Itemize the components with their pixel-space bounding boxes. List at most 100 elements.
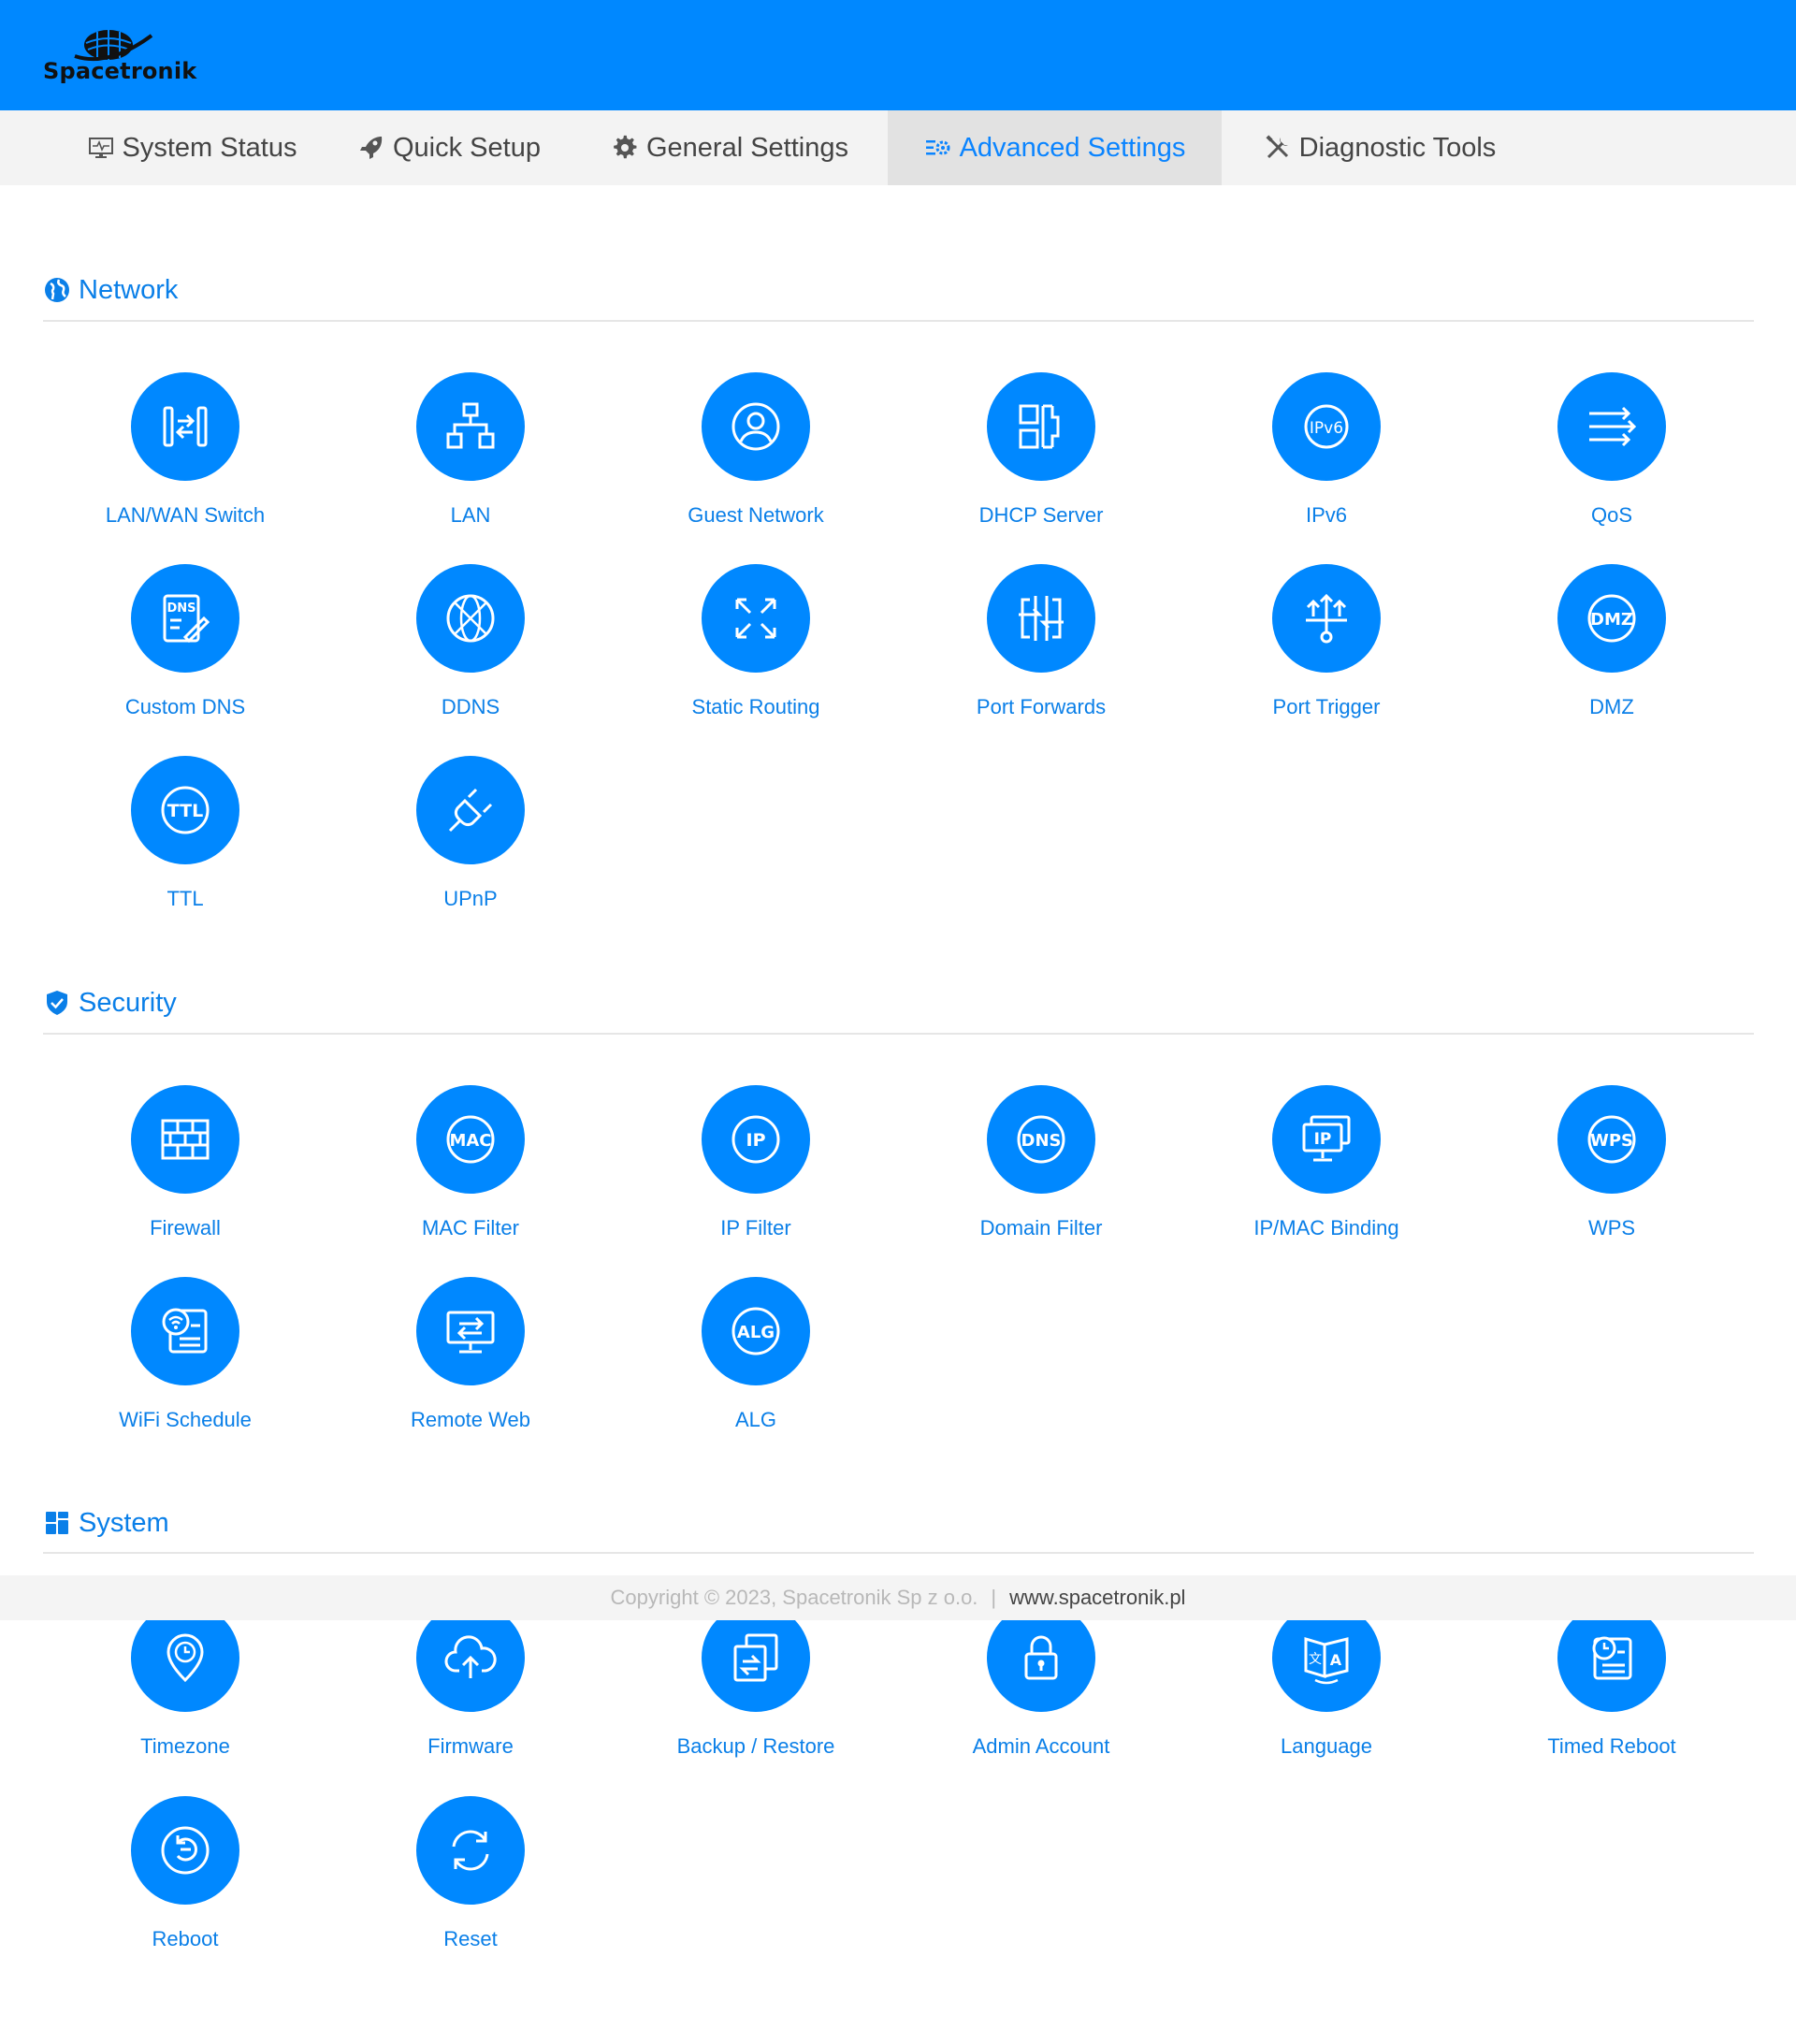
tile-custom-dns[interactable]: DNS Custom DNS — [92, 564, 279, 732]
tile-mac-filter[interactable]: MAC MAC Filter — [377, 1085, 564, 1254]
tile-icon-circle — [416, 756, 525, 864]
svg-text:A: A — [1330, 1651, 1342, 1669]
tile-guest-network[interactable]: Guest Network — [662, 372, 849, 541]
globe-icon — [45, 278, 69, 302]
tile-label: DDNS — [441, 695, 500, 718]
tile-label: Language — [1281, 1734, 1372, 1758]
svg-text:DMZ: DMZ — [1590, 610, 1633, 630]
tile-label: Domain Filter — [979, 1216, 1103, 1239]
svg-text:MAC: MAC — [449, 1131, 491, 1151]
section-title-network: Network — [43, 271, 178, 309]
remote-monitor-icon — [446, 1311, 495, 1354]
tab-quick-setup[interactable]: Quick Setup — [346, 110, 552, 185]
tile-backup-restore[interactable]: Backup / Restore — [662, 1603, 849, 1772]
section-divider — [43, 1552, 1754, 1554]
svg-text:IPv6: IPv6 — [1310, 419, 1343, 438]
tile-dhcp-server[interactable]: DHCP Server — [948, 372, 1135, 541]
tile-remote-web[interactable]: Remote Web — [377, 1277, 564, 1445]
tile-ttl[interactable]: TTL TTL — [92, 756, 279, 924]
tile-upnp[interactable]: UPnP — [377, 756, 564, 924]
tile-icon-circle: IP — [1272, 1085, 1381, 1194]
dhcp-blocks-icon — [1019, 404, 1060, 449]
tile-label: Custom DNS — [124, 695, 246, 718]
tile-wifi-schedule[interactable]: WiFi Schedule — [92, 1277, 279, 1445]
svg-text:IP: IP — [1314, 1130, 1332, 1149]
tile-icon-circle: DMZ — [1557, 564, 1666, 673]
tile-domain-filter[interactable]: DNS Domain Filter — [948, 1085, 1135, 1254]
tab-label: Quick Setup — [393, 132, 541, 163]
tile-icon-circle: ALG — [702, 1277, 810, 1385]
website-link[interactable]: www.spacetronik.pl — [1009, 1586, 1185, 1610]
svg-text:IP: IP — [746, 1130, 766, 1151]
dashboard-grid-icon — [46, 1512, 68, 1534]
user-circle-icon — [731, 402, 780, 451]
ddns-globe-icon — [446, 594, 495, 643]
tile-static-routing[interactable]: Static Routing — [662, 564, 849, 732]
port-trigger-icon — [1306, 593, 1347, 644]
tile-ipv6[interactable]: IPv6 IPv6 — [1233, 372, 1420, 541]
lock-icon — [1024, 1635, 1058, 1680]
tab-diagnostic-tools[interactable]: Diagnostic Tools — [1249, 110, 1511, 185]
gear-icon — [614, 135, 637, 159]
section-title-security: Security — [43, 984, 177, 1022]
qos-arrows-icon — [1589, 406, 1637, 447]
tile-wps[interactable]: WPS WPS — [1518, 1085, 1705, 1254]
tab-advanced-settings[interactable]: Advanced Settings — [888, 110, 1222, 185]
tab-label: System Status — [122, 132, 297, 163]
dns-icon: DNS — [1017, 1115, 1065, 1164]
svg-text:TTL: TTL — [167, 801, 203, 821]
brand-logo[interactable]: Spacetronik — [43, 21, 197, 86]
tile-icon-circle — [987, 564, 1095, 673]
tile-alg[interactable]: ALG ALG — [662, 1277, 849, 1445]
tab-system-status[interactable]: System Status — [56, 110, 327, 185]
tile-reset[interactable]: Reset — [377, 1796, 564, 1964]
tile-admin-account[interactable]: Admin Account — [948, 1603, 1135, 1772]
tile-ddns[interactable]: DDNS — [377, 564, 564, 732]
tile-label: Reset — [443, 1927, 498, 1950]
tile-ip-mac-binding[interactable]: IP IP/MAC Binding — [1233, 1085, 1420, 1254]
tile-ip-filter[interactable]: IP IP Filter — [662, 1085, 849, 1254]
network-tree-icon — [446, 402, 495, 449]
tile-icon-circle — [131, 1277, 239, 1385]
section-divider — [43, 320, 1754, 322]
tile-icon-circle: IPv6 — [1272, 372, 1381, 481]
tile-dmz[interactable]: DMZ DMZ — [1518, 564, 1705, 732]
tile-icon-circle: DNS — [987, 1085, 1095, 1194]
tile-firmware[interactable]: Firmware — [377, 1603, 564, 1772]
tile-label: Timed Reboot — [1547, 1734, 1676, 1758]
tile-lan-wan-switch[interactable]: LAN/WAN Switch — [92, 372, 279, 541]
reset-icon — [452, 1830, 489, 1871]
tile-firewall[interactable]: Firewall — [92, 1085, 279, 1254]
tile-timed-reboot[interactable]: Timed Reboot — [1518, 1603, 1705, 1772]
copyright-text: Copyright © 2023, Spacetronik Sp z o.o. — [610, 1586, 978, 1609]
svg-text:ALG: ALG — [737, 1323, 775, 1342]
tile-label: Remote Web — [411, 1408, 530, 1431]
monitor-pulse-icon — [88, 138, 113, 158]
mac-icon: MAC — [446, 1115, 495, 1164]
tile-label: Firmware — [427, 1734, 514, 1758]
tab-label: General Settings — [645, 132, 848, 163]
tile-timezone[interactable]: Timezone — [92, 1603, 279, 1772]
footer-separator: | — [991, 1586, 997, 1609]
tile-port-forwards[interactable]: Port Forwards — [948, 564, 1135, 732]
tile-port-trigger[interactable]: Port Trigger — [1233, 564, 1420, 732]
brand-name: Spacetronik — [43, 58, 197, 84]
tile-language[interactable]: 文A Language — [1233, 1603, 1420, 1772]
backup-restore-icon — [733, 1633, 778, 1682]
tile-label: MAC Filter — [422, 1216, 519, 1239]
tile-icon-circle — [702, 372, 810, 481]
tile-label: DMZ — [1589, 695, 1634, 718]
tile-label: Backup / Restore — [676, 1734, 835, 1758]
alg-icon: ALG — [731, 1307, 780, 1355]
tile-lan[interactable]: LAN — [377, 372, 564, 541]
ttl-icon: TTL — [161, 786, 210, 834]
tile-label: ALG — [734, 1408, 777, 1431]
location-clock-icon — [167, 1633, 204, 1683]
timed-reboot-icon — [1592, 1636, 1632, 1680]
tile-reboot[interactable]: Reboot — [92, 1796, 279, 1964]
tab-general-settings[interactable]: General Settings — [603, 110, 856, 185]
tile-label: IP Filter — [720, 1216, 791, 1239]
tile-icon-circle: TTL — [131, 756, 239, 864]
tile-qos[interactable]: QoS — [1518, 372, 1705, 541]
tile-icon-circle — [131, 1796, 239, 1905]
